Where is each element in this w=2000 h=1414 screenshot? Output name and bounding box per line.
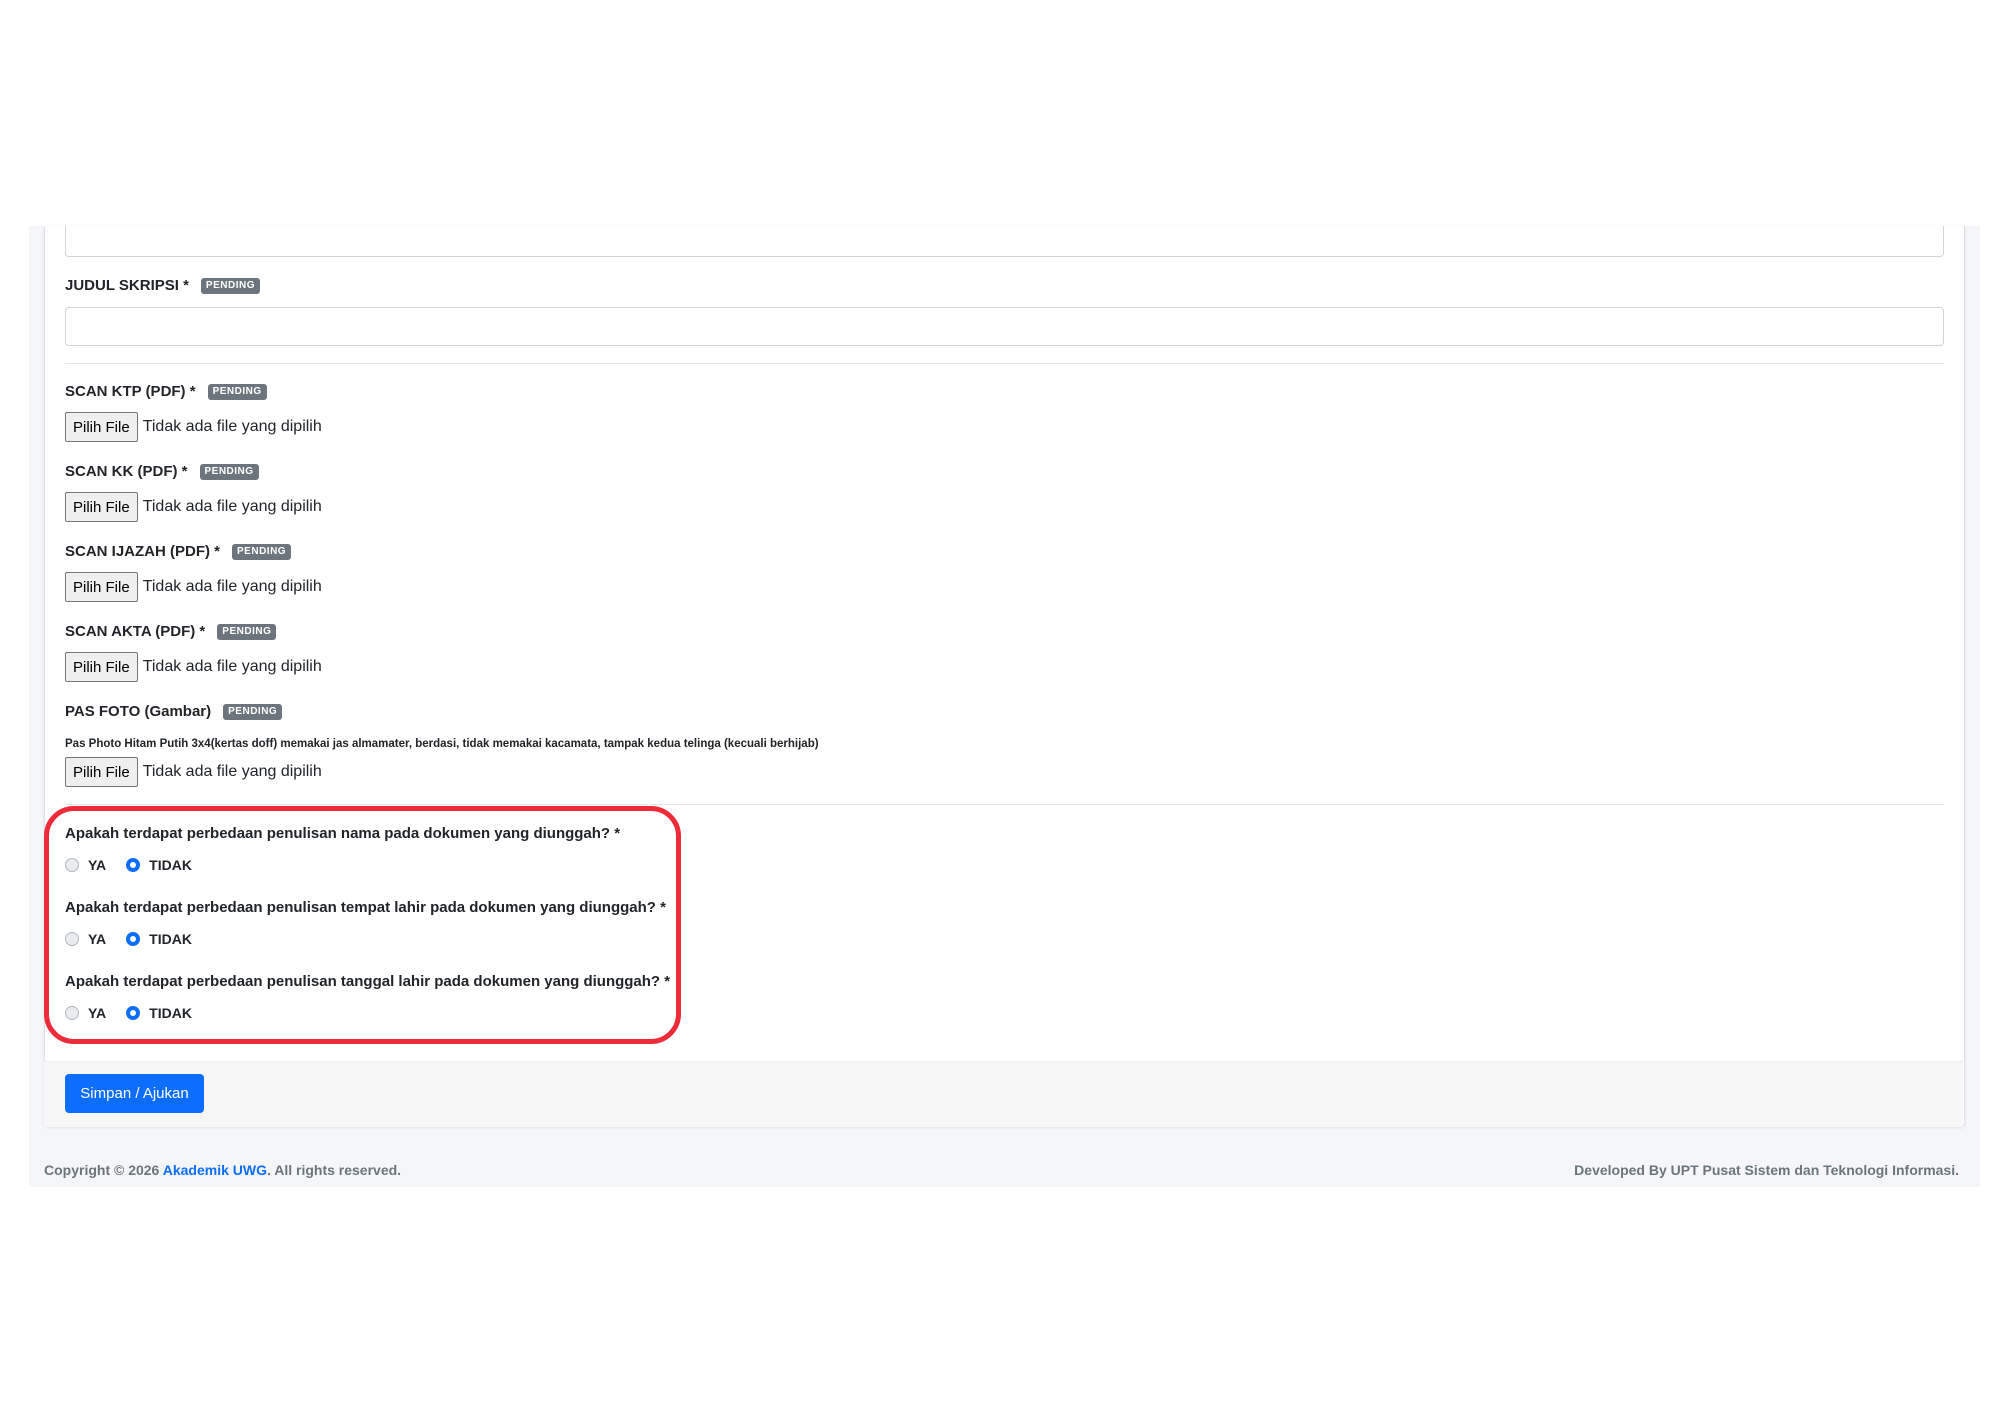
pas-foto-label: PAS FOTO (Gambar) PENDING — [65, 703, 283, 720]
status-badge: PENDING — [232, 543, 292, 560]
scan-kk-file-input[interactable]: Pilih File Tidak ada file yang dipilih — [65, 492, 322, 522]
section-divider — [65, 804, 1944, 805]
pas-foto-hint: Pas Photo Hitam Putih 3x4(kertas doff) m… — [65, 738, 819, 750]
section-divider — [65, 363, 1944, 364]
file-status-text: Tidak ada file yang dipilih — [142, 658, 322, 675]
file-status-text: Tidak ada file yang dipilih — [142, 418, 322, 435]
pas-foto-label-text: PAS FOTO (Gambar) — [65, 703, 212, 720]
copyright-text: Copyright © 2026 Akademik UWG. All right… — [44, 1162, 401, 1178]
akademik-uwg-link[interactable]: Akademik UWG — [163, 1162, 267, 1178]
submit-button[interactable]: Simpan / Ajukan — [65, 1074, 204, 1113]
copyright-prefix: Copyright © 2026 — [44, 1162, 163, 1178]
pas-foto-file-input[interactable]: Pilih File Tidak ada file yang dipilih — [65, 757, 322, 787]
scan-ijazah-label-text: SCAN IJAZAH (PDF) * — [65, 543, 221, 560]
status-badge: PENDING — [207, 383, 267, 400]
status-badge: PENDING — [200, 277, 260, 294]
highlight-annotation — [44, 806, 681, 1044]
scan-ktp-label-text: SCAN KTP (PDF) * — [65, 383, 196, 400]
choose-file-button[interactable]: Pilih File — [65, 757, 138, 787]
scan-ijazah-label: SCAN IJAZAH (PDF) * PENDING — [65, 543, 292, 560]
card-footer — [44, 1061, 1963, 1127]
file-status-text: Tidak ada file yang dipilih — [142, 498, 322, 515]
scan-akta-label-text: SCAN AKTA (PDF) * — [65, 623, 206, 640]
scan-kk-label: SCAN KK (PDF) * PENDING — [65, 463, 259, 480]
choose-file-button[interactable]: Pilih File — [65, 572, 138, 602]
choose-file-button[interactable]: Pilih File — [65, 652, 138, 682]
scan-ktp-file-input[interactable]: Pilih File Tidak ada file yang dipilih — [65, 412, 322, 442]
previous-text-input[interactable] — [65, 226, 1944, 257]
judul-skripsi-label: JUDUL SKRIPSI * PENDING — [65, 277, 260, 294]
status-badge: PENDING — [223, 703, 283, 720]
scan-akta-label: SCAN AKTA (PDF) * PENDING — [65, 623, 277, 640]
copyright-suffix: . All rights reserved. — [266, 1162, 402, 1178]
scan-kk-label-text: SCAN KK (PDF) * — [65, 463, 188, 480]
choose-file-button[interactable]: Pilih File — [65, 492, 138, 522]
judul-skripsi-input[interactable] — [65, 307, 1944, 346]
developed-by-text: Developed By UPT Pusat Sistem dan Teknol… — [1574, 1162, 1959, 1178]
status-badge: PENDING — [199, 463, 259, 480]
scan-akta-file-input[interactable]: Pilih File Tidak ada file yang dipilih — [65, 652, 322, 682]
scan-ktp-label: SCAN KTP (PDF) * PENDING — [65, 383, 267, 400]
file-status-text: Tidak ada file yang dipilih — [142, 763, 322, 780]
choose-file-button[interactable]: Pilih File — [65, 412, 138, 442]
status-badge: PENDING — [217, 623, 277, 640]
judul-skripsi-label-text: JUDUL SKRIPSI * — [65, 277, 189, 294]
scan-ijazah-file-input[interactable]: Pilih File Tidak ada file yang dipilih — [65, 572, 322, 602]
file-status-text: Tidak ada file yang dipilih — [142, 578, 322, 595]
